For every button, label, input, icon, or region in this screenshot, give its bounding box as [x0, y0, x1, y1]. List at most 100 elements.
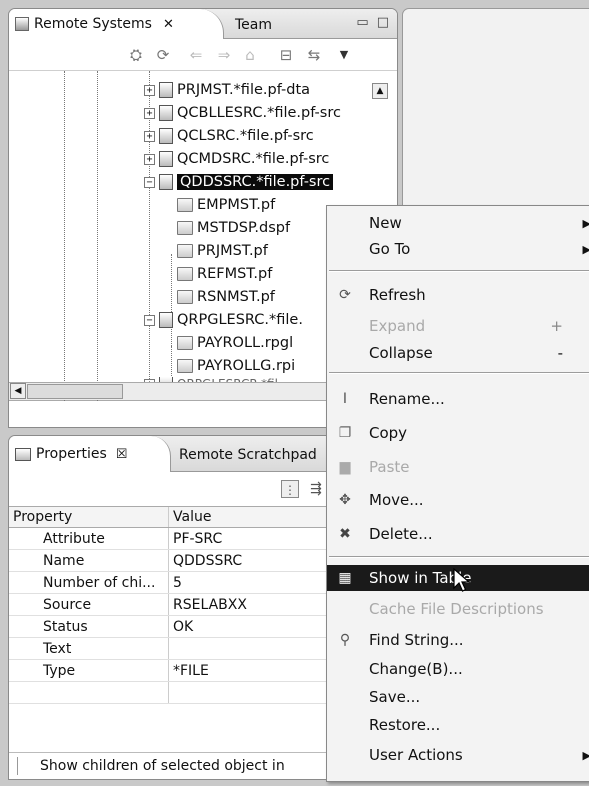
collapse-icon[interactable]: − — [144, 314, 155, 326]
categories-icon[interactable]: ⋮ — [281, 480, 299, 498]
table-header: Property Value — [9, 506, 333, 528]
close-icon[interactable]: ☒ — [116, 447, 128, 462]
collapse-all-icon[interactable]: ⊟ — [277, 46, 295, 64]
tree-item-label: QCLSRC.*file.pf-src — [177, 128, 314, 144]
expand-icon[interactable]: + — [144, 130, 155, 142]
property-value — [169, 638, 333, 659]
table-row[interactable]: Name QDDSSRC — [9, 550, 333, 572]
tab-properties[interactable]: Properties ☒ — [9, 436, 171, 472]
menu-item-label: Restore... — [369, 716, 441, 734]
menu-item-refresh[interactable]: ⟳ Refresh — [327, 282, 589, 308]
menu-item-paste[interactable]: ▆ Paste — [327, 454, 589, 480]
tree-item[interactable]: + QCMDSRC.*file.pf-src — [144, 148, 329, 170]
close-icon[interactable]: ✕ — [163, 17, 174, 32]
tree-item[interactable]: MSTDSP.dspf — [177, 217, 290, 239]
menu-item-label: Delete... — [369, 525, 433, 543]
source-file-icon — [159, 151, 173, 167]
properties-tabbar: Properties ☒ Remote Scratchpad — [9, 436, 333, 472]
tree-item[interactable]: + PRJMST.*file.pf-dta — [144, 79, 310, 101]
member-icon — [177, 359, 193, 373]
view-menu-icon[interactable]: ▼ — [335, 46, 353, 64]
tree-item[interactable]: RSNMST.pf — [177, 286, 275, 308]
column-property[interactable]: Property — [9, 507, 169, 527]
menu-item-collapse[interactable]: Collapse - — [327, 340, 589, 366]
tab-team[interactable]: Team — [229, 11, 272, 39]
table-row[interactable]: Attribute PF-SRC — [9, 528, 333, 550]
menu-item-go-to[interactable]: Go To ▶ — [327, 236, 589, 262]
scrollbar-thumb[interactable] — [27, 384, 123, 399]
mouse-cursor-icon — [453, 568, 471, 592]
member-icon — [177, 336, 193, 350]
menu-item-new[interactable]: New ▶ — [327, 210, 589, 236]
menu-item-delete[interactable]: ✖ Delete... — [327, 521, 589, 547]
table-row[interactable]: Number of chi... 5 — [9, 572, 333, 594]
tree-item[interactable]: + QCLSRC.*file.pf-src — [144, 125, 314, 147]
menu-item-cache-file-descriptions[interactable]: Cache File Descriptions — [327, 596, 589, 622]
filter-icon[interactable]: ⇶ — [307, 480, 325, 498]
expand-icon[interactable]: + — [144, 153, 155, 165]
tree-item-label: RSNMST.pf — [197, 289, 275, 305]
back-icon[interactable]: ⇐ — [187, 46, 205, 64]
tab-remote-scratchpad[interactable]: Remote Scratchpad — [179, 439, 317, 471]
menu-item-label: Paste — [369, 458, 410, 476]
tree-item[interactable]: PAYROLLG.rpi — [177, 355, 295, 377]
menu-item-label: Save... — [369, 688, 421, 706]
menu-item-copy[interactable]: ❐ Copy — [327, 420, 589, 446]
tree-item[interactable]: PAYROLL.rpgl — [177, 332, 293, 354]
column-value[interactable]: Value — [169, 507, 333, 527]
table-row[interactable]: Type *FILE — [9, 660, 333, 682]
table-row[interactable]: Status OK — [9, 616, 333, 638]
tree-item[interactable]: PRJMST.pf — [177, 240, 268, 262]
tree-item[interactable]: EMPMST.pf — [177, 194, 275, 216]
menu-item-label: Cache File Descriptions — [369, 600, 544, 618]
tree-item[interactable]: − QRPGLESRC.*file. — [144, 309, 303, 331]
tree-item-label: PRJMST.*file.pf-dta — [177, 82, 311, 98]
properties-icon — [15, 447, 31, 461]
property-name: Type — [9, 660, 169, 681]
menu-item-rename[interactable]: Ⅰ Rename... — [327, 386, 589, 412]
property-value: *FILE — [173, 663, 209, 679]
tree-item-selected[interactable]: − QDDSSRC.*file.pf-src — [144, 171, 334, 193]
menu-item-user-actions[interactable]: User Actions ▶ — [327, 742, 589, 768]
status-line: Show children of selected object in — [9, 752, 333, 778]
scroll-left-button[interactable]: ◀ — [10, 383, 26, 399]
menu-item-move[interactable]: ✥ Move... — [327, 487, 589, 513]
tab-remote-systems-label: Remote Systems — [34, 16, 152, 32]
source-file-icon — [159, 174, 173, 190]
scroll-up-button[interactable]: ▲ — [372, 83, 388, 99]
menu-item-find-string[interactable]: ⚲ Find String... — [327, 627, 589, 653]
tree-item-label: MSTDSP.dspf — [197, 220, 291, 236]
tree-item-label: PAYROLLG.rpi — [197, 358, 296, 374]
refresh-icon[interactable]: ⟳ — [154, 46, 172, 64]
menu-item-change[interactable]: Change(B)... — [327, 656, 589, 682]
expand-icon[interactable]: + — [144, 84, 155, 96]
menu-item-restore[interactable]: Restore... — [327, 712, 589, 738]
tree-item[interactable]: + QCBLLESRC.*file.pf-src — [144, 102, 341, 124]
minimize-icon[interactable]: ▭ — [356, 15, 368, 30]
tab-remote-systems[interactable]: Remote Systems ✕ — [9, 9, 224, 39]
menu-item-expand[interactable]: Expand + — [327, 313, 589, 339]
new-connection-icon[interactable]: ⛭ — [127, 46, 145, 64]
submenu-arrow-icon: ▶ — [582, 216, 589, 230]
property-name: Number of chi... — [9, 572, 169, 593]
maximize-icon[interactable]: □ — [377, 15, 389, 30]
table-row[interactable]: Source RSELABXX — [9, 594, 333, 616]
tree-item[interactable]: REFMST.pf — [177, 263, 272, 285]
link-with-editor-icon[interactable]: ⇆ — [305, 46, 323, 64]
source-file-icon — [159, 105, 173, 121]
member-icon — [177, 198, 193, 212]
table-row[interactable]: Text — [9, 638, 333, 660]
tree-item-label: QCMDSRC.*file.pf-src — [177, 151, 330, 167]
forward-icon[interactable]: ⇒ — [215, 46, 233, 64]
menu-separator — [329, 556, 589, 558]
expand-icon[interactable]: + — [144, 107, 155, 119]
menu-item-label: New — [369, 214, 402, 232]
source-file-icon — [159, 312, 173, 328]
property-value: RSELABXX — [173, 597, 247, 613]
home-icon[interactable]: ⌂ — [241, 46, 259, 64]
menu-item-save[interactable]: Save... — [327, 684, 589, 710]
collapse-icon[interactable]: − — [144, 176, 155, 188]
delete-icon: ✖ — [339, 526, 351, 542]
tree-item-label: QCBLLESRC.*file.pf-src — [177, 105, 341, 121]
tree-item-label: EMPMST.pf — [197, 197, 276, 213]
